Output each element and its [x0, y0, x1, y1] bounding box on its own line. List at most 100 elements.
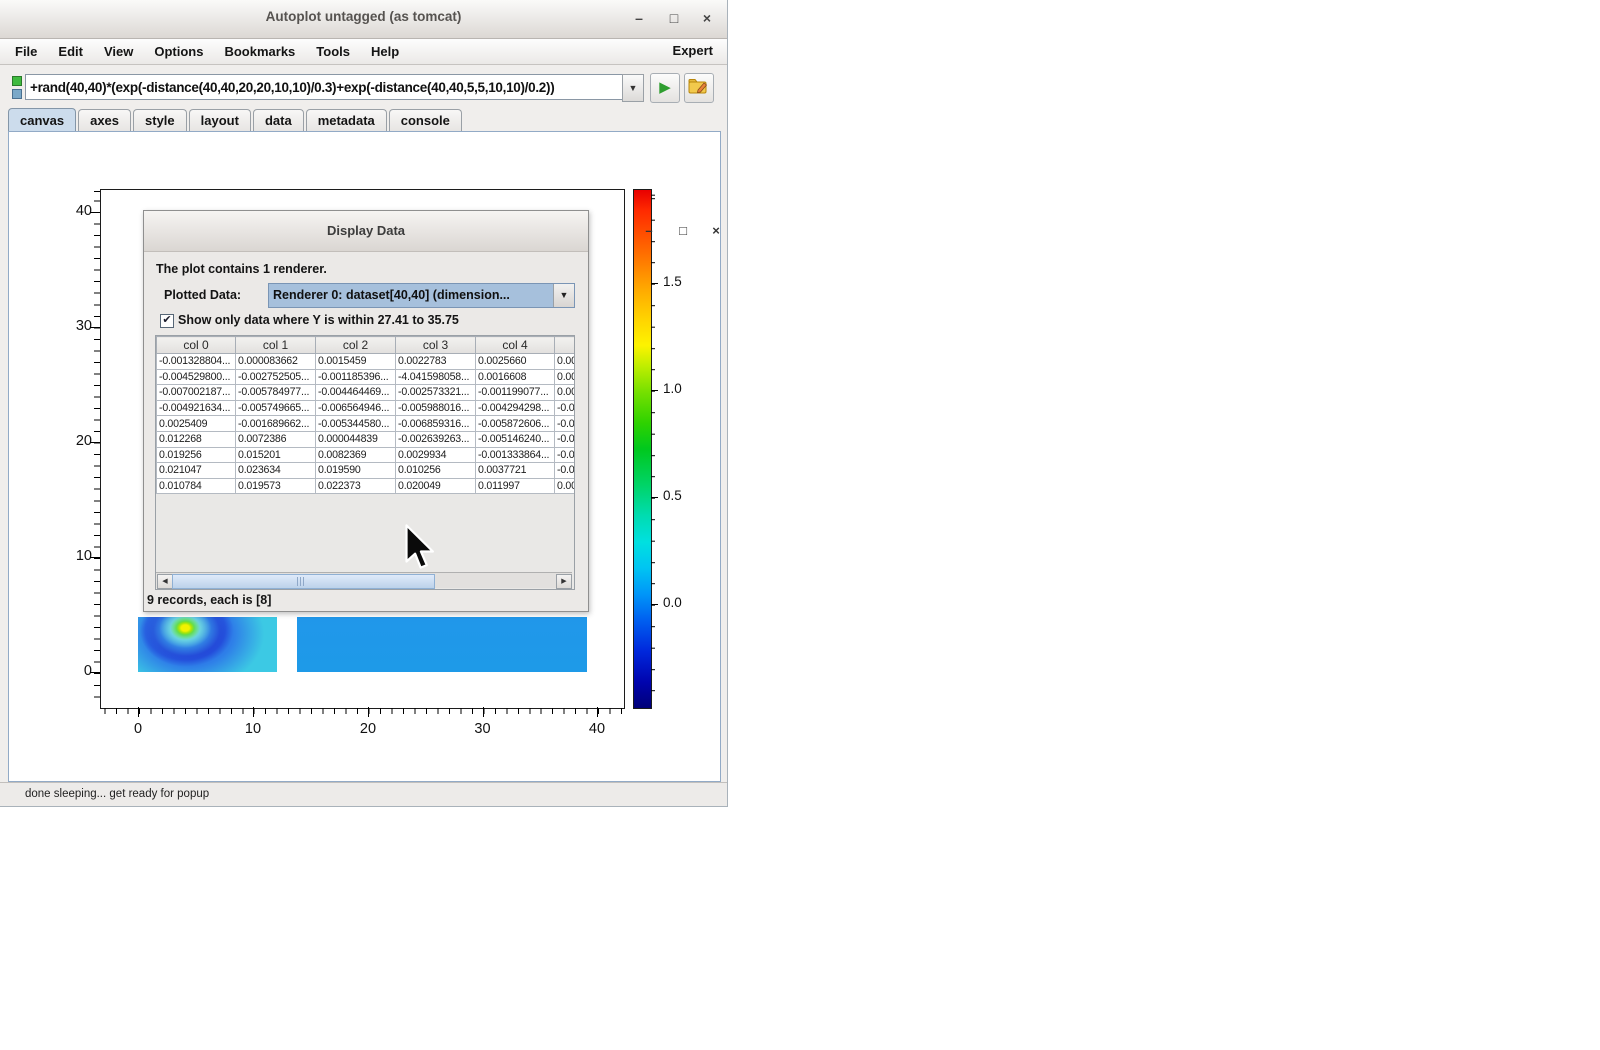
- tab-canvas[interactable]: canvas: [8, 108, 76, 132]
- table-cell[interactable]: -0.005872606...: [476, 416, 555, 432]
- menu-item-bookmarks[interactable]: Bookmarks: [223, 42, 296, 61]
- table-cell[interactable]: -0.0: [555, 416, 576, 432]
- table-cell[interactable]: 0.021047: [157, 463, 236, 479]
- table-cell[interactable]: 0.019590: [316, 463, 396, 479]
- table-cell[interactable]: -0.002752505...: [236, 369, 316, 385]
- tab-metadata[interactable]: metadata: [306, 109, 387, 132]
- table-cell[interactable]: 0.022373: [316, 478, 396, 494]
- table-cell[interactable]: -0.001199077...: [476, 385, 555, 401]
- y-tick-mark: [90, 557, 100, 558]
- table-cell[interactable]: 0.00: [555, 369, 576, 385]
- menu-item-file[interactable]: File: [14, 42, 38, 61]
- table-cell[interactable]: -0.001328804...: [157, 354, 236, 370]
- y-tick-mark: [90, 212, 100, 213]
- scrollbar-thumb[interactable]: [172, 574, 435, 589]
- title-bar[interactable]: Autoplot untagged (as tomcat) – □ ×: [0, 0, 727, 39]
- table-cell[interactable]: 0.0029934: [396, 447, 476, 463]
- table-cell[interactable]: 0.0072386: [236, 431, 316, 447]
- dialog-title-bar[interactable]: Display Data – □ ×: [144, 211, 588, 252]
- table-cell[interactable]: -0.005146240...: [476, 431, 555, 447]
- table-cell[interactable]: -0.0: [555, 463, 576, 479]
- table-column-header[interactable]: col 3: [396, 337, 476, 354]
- table-cell[interactable]: 0.00: [555, 354, 576, 370]
- table-cell[interactable]: 0.012268: [157, 431, 236, 447]
- minimize-icon[interactable]: –: [628, 8, 650, 28]
- table-cell[interactable]: -0.001185396...: [316, 369, 396, 385]
- table-cell[interactable]: -0.006564946...: [316, 400, 396, 416]
- uri-input[interactable]: [25, 74, 629, 100]
- menu-item-help[interactable]: Help: [370, 42, 400, 61]
- close-icon[interactable]: ×: [696, 8, 718, 28]
- table-cell[interactable]: 0.0025660: [476, 354, 555, 370]
- table-cell[interactable]: -0.002639263...: [396, 431, 476, 447]
- table-cell[interactable]: 0.0022783: [396, 354, 476, 370]
- plotted-data-combobox[interactable]: Renderer 0: dataset[40,40] (dimension...…: [268, 283, 575, 308]
- table-cell[interactable]: 0.000044839: [316, 431, 396, 447]
- table-cell[interactable]: -0.001333864...: [476, 447, 555, 463]
- table-column-header[interactable]: [555, 337, 576, 354]
- inspect-uri-button[interactable]: [684, 73, 714, 103]
- table-cell[interactable]: 0.011997: [476, 478, 555, 494]
- autoplot-window: Autoplot untagged (as tomcat) – □ × File…: [0, 0, 728, 807]
- menu-item-expert[interactable]: Expert: [673, 43, 713, 58]
- table-cell[interactable]: 0.0025409: [157, 416, 236, 432]
- combo-chevron-down-icon[interactable]: ▼: [553, 284, 574, 307]
- uri-dropdown-button[interactable]: ▼: [622, 74, 644, 102]
- table-cell[interactable]: 0.0016608: [476, 369, 555, 385]
- colorbar-tick-mark: [651, 497, 658, 498]
- scroll-right-icon[interactable]: ▶: [556, 574, 572, 589]
- table-column-header[interactable]: col 2: [316, 337, 396, 354]
- tab-data[interactable]: data: [253, 109, 304, 132]
- table-cell[interactable]: 0.010784: [157, 478, 236, 494]
- table-cell[interactable]: -0.005749665...: [236, 400, 316, 416]
- table-column-header[interactable]: col 1: [236, 337, 316, 354]
- dialog-maximize-icon[interactable]: □: [673, 222, 693, 240]
- table-cell[interactable]: -0.005344580...: [316, 416, 396, 432]
- tab-layout[interactable]: layout: [189, 109, 251, 132]
- table-cell[interactable]: -0.005988016...: [396, 400, 476, 416]
- table-cell[interactable]: -0.002573321...: [396, 385, 476, 401]
- colorbar[interactable]: [633, 189, 652, 709]
- table-cell[interactable]: -0.005784977...: [236, 385, 316, 401]
- table-cell[interactable]: 0.019256: [157, 447, 236, 463]
- table-cell[interactable]: -4.041598058...: [396, 369, 476, 385]
- table-cell[interactable]: -0.004464469...: [316, 385, 396, 401]
- horizontal-scrollbar[interactable]: ◀ ▶: [156, 572, 572, 588]
- menu-item-options[interactable]: Options: [153, 42, 204, 61]
- table-cell[interactable]: -0.007002187...: [157, 385, 236, 401]
- table-cell[interactable]: -0.001689662...: [236, 416, 316, 432]
- filter-checkbox[interactable]: ✔: [160, 314, 174, 328]
- tab-axes[interactable]: axes: [78, 109, 131, 132]
- maximize-icon[interactable]: □: [663, 8, 685, 28]
- tab-style[interactable]: style: [133, 109, 187, 132]
- table-cell[interactable]: 0.019573: [236, 478, 316, 494]
- table-cell[interactable]: 0.00: [555, 385, 576, 401]
- table-cell[interactable]: -0.004529800...: [157, 369, 236, 385]
- table-cell[interactable]: 0.000083662: [236, 354, 316, 370]
- table-cell[interactable]: 0.015201: [236, 447, 316, 463]
- table-column-header[interactable]: col 4: [476, 337, 555, 354]
- table-cell[interactable]: 0.0015459: [316, 354, 396, 370]
- table-cell[interactable]: 0.020049: [396, 478, 476, 494]
- table-cell[interactable]: -0.0: [555, 447, 576, 463]
- table-cell[interactable]: -0.0: [555, 400, 576, 416]
- menu-item-view[interactable]: View: [103, 42, 134, 61]
- menu-item-edit[interactable]: Edit: [57, 42, 84, 61]
- tab-console[interactable]: console: [389, 109, 462, 132]
- table-cell[interactable]: -0.004294298...: [476, 400, 555, 416]
- table-cell[interactable]: 0.023634: [236, 463, 316, 479]
- table-cell[interactable]: -0.006859316...: [396, 416, 476, 432]
- dialog-close-icon[interactable]: ×: [706, 222, 726, 240]
- table-cell[interactable]: 0.0082369: [316, 447, 396, 463]
- table-cell[interactable]: -0.004921634...: [157, 400, 236, 416]
- table-column-header[interactable]: col 0: [157, 337, 236, 354]
- scroll-left-icon[interactable]: ◀: [157, 574, 173, 589]
- dialog-minimize-icon[interactable]: –: [639, 222, 659, 240]
- table-cell[interactable]: 0.010256: [396, 463, 476, 479]
- table-cell[interactable]: 0.00: [555, 478, 576, 494]
- table-cell[interactable]: -0.0: [555, 431, 576, 447]
- plot-go-button[interactable]: ▶: [650, 73, 680, 103]
- table-cell[interactable]: 0.0037721: [476, 463, 555, 479]
- menu-item-tools[interactable]: Tools: [315, 42, 351, 61]
- dialog-title: Display Data: [144, 223, 588, 238]
